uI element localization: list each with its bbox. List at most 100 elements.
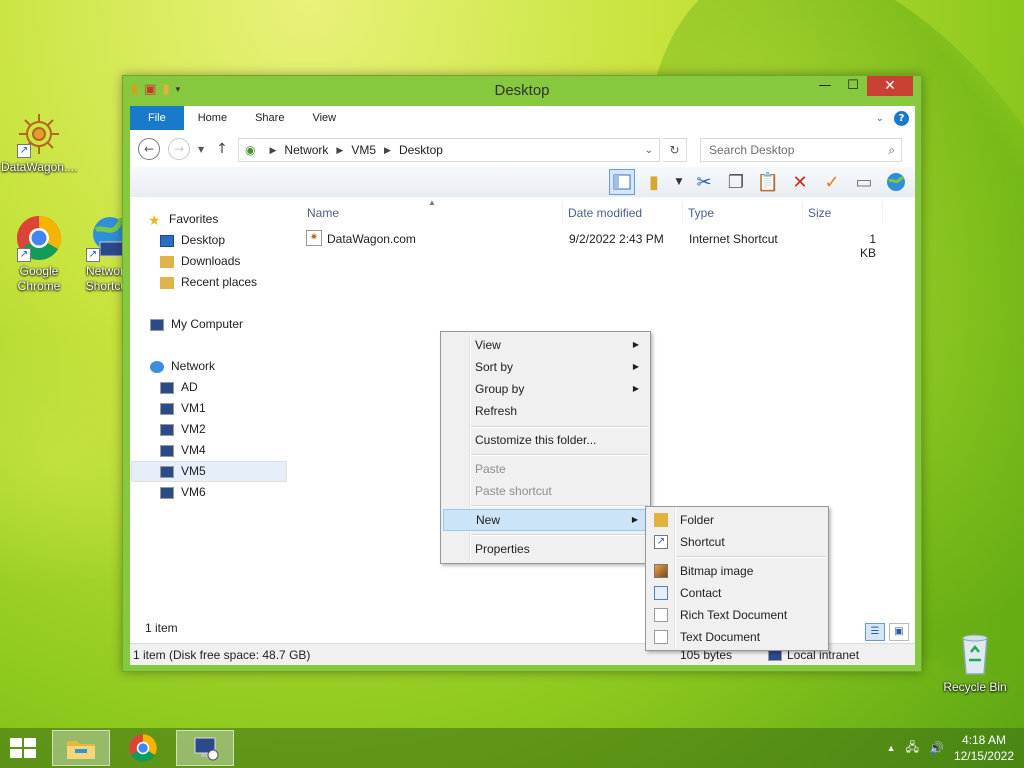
computer-icon xyxy=(160,486,174,499)
back-button[interactable]: ← xyxy=(138,138,160,160)
forward-button[interactable]: → xyxy=(168,138,190,160)
tab-home[interactable]: Home xyxy=(184,106,241,130)
address-bar[interactable]: ◉ ▶ Network ▶ VM5 ▶ Desktop ⌄ xyxy=(238,138,660,162)
volume-icon[interactable]: 🔊 xyxy=(929,741,944,755)
computer-icon xyxy=(150,318,164,331)
menu-item-view[interactable]: View ▶ xyxy=(443,334,648,356)
nav-item-vm5[interactable]: VM5 xyxy=(131,461,287,482)
column-headers: ▲ Name Date modified Type Size xyxy=(298,198,915,224)
start-button[interactable] xyxy=(8,736,38,760)
command-toolbar: ▮ ▼ ✂ ❐ 📋 ✕ ✓ ▭ xyxy=(130,167,915,197)
globe-icon[interactable] xyxy=(883,169,909,195)
clock[interactable]: 4:18 AM 12/15/2022 xyxy=(954,732,1014,764)
column-size[interactable]: Size xyxy=(808,206,831,220)
close-button[interactable]: ✕ xyxy=(867,76,913,96)
desktop-icon-datawagon[interactable]: ↗ DataWagon.... xyxy=(1,110,77,175)
nav-my-computer[interactable]: My Computer xyxy=(150,314,306,335)
cut-button[interactable]: ✂ xyxy=(691,169,717,195)
menu-item-new-shortcut[interactable]: ↗ Shortcut xyxy=(648,531,826,553)
item-count: 1 item xyxy=(145,621,178,635)
tab-share[interactable]: Share xyxy=(241,106,298,130)
copy-button[interactable]: ❐ xyxy=(723,169,749,195)
menu-label: Shortcut xyxy=(680,535,725,549)
breadcrumb-desktop[interactable]: Desktop xyxy=(399,143,443,157)
desktop-icon-recycle-bin[interactable]: Recycle Bin xyxy=(937,630,1013,695)
menu-label: New xyxy=(476,513,501,527)
dropdown-arrow-icon[interactable]: ▼ xyxy=(673,169,685,195)
nav-item-vm2[interactable]: VM2 xyxy=(160,419,316,440)
breadcrumb-network[interactable]: Network xyxy=(284,143,328,157)
minimize-button[interactable]: — xyxy=(811,76,839,96)
nav-label: AD xyxy=(181,380,198,394)
properties-button[interactable]: ▭ xyxy=(851,169,877,195)
windows-logo-icon xyxy=(10,738,36,758)
paste-button[interactable]: 📋 xyxy=(755,169,781,195)
menu-item-sort-by[interactable]: Sort by ▶ xyxy=(443,356,648,378)
taskbar-network-app[interactable] xyxy=(176,730,234,766)
menu-item-new-folder[interactable]: Folder xyxy=(648,509,826,531)
menu-item-refresh[interactable]: Refresh xyxy=(443,400,648,422)
menu-item-new[interactable]: New ▶ xyxy=(443,509,648,531)
menu-label: Group by xyxy=(475,382,525,396)
network-status-icon[interactable]: 🖧 xyxy=(906,738,919,759)
title-bar[interactable]: ▮ ▣ ▮ ▾ Desktop — ☐ ✕ xyxy=(123,76,921,106)
details-view-button[interactable]: ☰ xyxy=(865,623,885,641)
file-row[interactable]: ✷ DataWagon.com 9/2/2022 2:43 PM Interne… xyxy=(306,228,915,260)
column-type[interactable]: Type xyxy=(688,206,714,220)
menu-item-paste-shortcut[interactable]: Paste shortcut xyxy=(443,480,648,502)
large-icons-view-button[interactable]: ▣ xyxy=(889,623,909,641)
maximize-button[interactable]: ☐ xyxy=(839,76,867,96)
refresh-button[interactable]: ↻ xyxy=(663,138,687,162)
nav-item-vm6[interactable]: VM6 xyxy=(160,482,316,503)
breadcrumb-vm5[interactable]: VM5 xyxy=(351,143,376,157)
desktop-icon-chrome[interactable]: ↗ Google Chrome xyxy=(1,214,77,294)
nav-item-downloads[interactable]: Downloads xyxy=(160,251,316,272)
context-menu: View ▶ Sort by ▶ Group by ▶ Refresh Customi… xyxy=(440,331,651,564)
text-document-icon xyxy=(654,630,668,644)
menu-label: Customize this folder... xyxy=(475,433,597,447)
column-divider[interactable] xyxy=(562,202,563,224)
menu-item-properties[interactable]: Properties xyxy=(443,538,648,560)
nav-item-desktop[interactable]: Desktop xyxy=(160,230,316,251)
nav-item-recent-places[interactable]: Recent places xyxy=(160,272,316,293)
menu-item-paste[interactable]: Paste xyxy=(443,458,648,480)
expand-ribbon-icon[interactable]: ⌄ xyxy=(876,113,884,124)
column-divider[interactable] xyxy=(882,202,883,224)
help-icon[interactable]: ? xyxy=(894,110,909,126)
menu-item-new-text-document[interactable]: Text Document xyxy=(648,626,826,648)
search-input[interactable]: Search Desktop ⌕ xyxy=(700,138,902,162)
rename-button[interactable]: ✓ xyxy=(819,169,845,195)
nav-item-vm4[interactable]: VM4 xyxy=(160,440,316,461)
nav-item-vm1[interactable]: VM1 xyxy=(160,398,316,419)
column-date-modified[interactable]: Date modified xyxy=(568,206,642,220)
menu-item-new-rtf[interactable]: Rich Text Document xyxy=(648,604,826,626)
search-icon: ⌕ xyxy=(888,143,895,157)
file-name: DataWagon.com xyxy=(327,232,416,246)
up-button[interactable]: ↑ xyxy=(216,141,228,157)
bitmap-image-icon xyxy=(654,564,668,578)
delete-button[interactable]: ✕ xyxy=(787,169,813,195)
menu-item-new-contact[interactable]: Contact xyxy=(648,582,826,604)
menu-item-group-by[interactable]: Group by ▶ xyxy=(443,378,648,400)
tab-view[interactable]: View xyxy=(298,106,350,130)
tab-file[interactable]: File xyxy=(130,106,184,130)
preview-pane-button[interactable] xyxy=(609,169,635,195)
menu-item-customize-folder[interactable]: Customize this folder... xyxy=(443,429,648,451)
nav-network[interactable]: Network xyxy=(150,356,306,377)
address-dropdown-icon[interactable]: ⌄ xyxy=(645,145,653,156)
desktop-icon-label-line1: Google xyxy=(19,264,59,278)
column-name[interactable]: Name xyxy=(307,206,339,220)
new-folder-button[interactable]: ▮ xyxy=(641,169,667,195)
column-divider[interactable] xyxy=(682,202,683,224)
nav-favorites[interactable]: ★ Favorites xyxy=(148,209,304,230)
recent-locations-icon[interactable]: ▼ xyxy=(198,145,204,154)
nav-item-ad[interactable]: AD xyxy=(160,377,316,398)
taskbar-file-explorer[interactable] xyxy=(52,730,110,766)
taskbar-chrome[interactable] xyxy=(114,730,172,766)
menu-label: Folder xyxy=(680,513,715,527)
taskbar: ▲ 🖧 🔊 4:18 AM 12/15/2022 xyxy=(0,728,1024,768)
column-divider[interactable] xyxy=(802,202,803,224)
menu-item-new-bitmap[interactable]: Bitmap image xyxy=(648,560,826,582)
nav-label: My Computer xyxy=(171,317,244,331)
show-hidden-icons-icon[interactable]: ▲ xyxy=(887,743,896,753)
